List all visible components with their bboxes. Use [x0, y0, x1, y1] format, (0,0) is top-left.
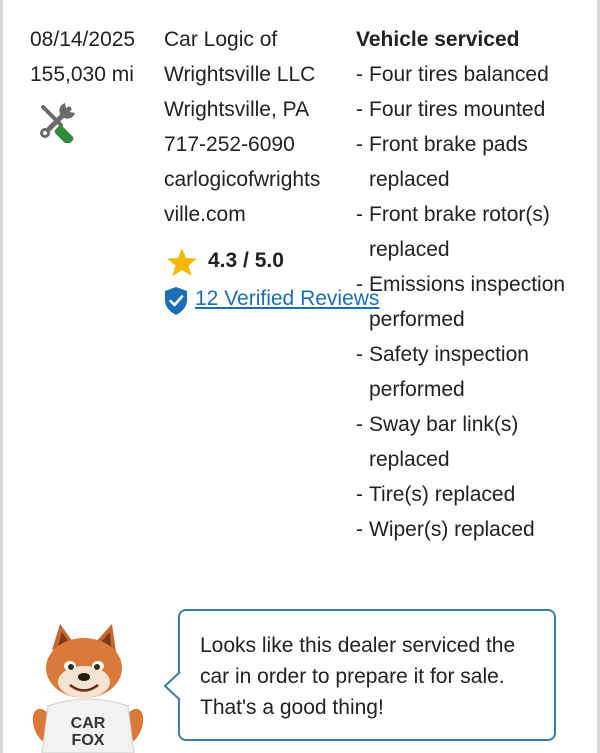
star-icon: [167, 248, 197, 276]
rating-value: 4.3 / 5.0: [208, 249, 284, 272]
service-item: - Sway bar link(s) replaced: [356, 413, 519, 471]
carfox-mascot: CAR FOX: [32, 624, 144, 753]
service-item: - Front brake rotor(s) replaced: [356, 203, 550, 261]
dealer-name-line2: Wrightsville LLC: [164, 63, 316, 86]
service-item: - Safety inspection performed: [356, 343, 529, 401]
dealer-name-line1: Car Logic of: [164, 28, 278, 51]
odometer-reading: 155,030 mi: [30, 63, 134, 86]
mascot-speech-bubble: Looks like this dealer serviced the car …: [178, 609, 556, 741]
speech-bubble-pointer: [163, 671, 181, 701]
record-meta: 08/14/2025 155,030 mi: [30, 22, 160, 143]
shield-check-icon: [165, 287, 187, 315]
services-title: Vehicle serviced: [356, 28, 520, 51]
service-item: - Tire(s) replaced: [356, 483, 516, 506]
service-item: - Emissions inspection performed: [356, 273, 566, 331]
mascot-shirt-text-fox: FOX: [72, 732, 105, 749]
wrench-screwdriver-icon: [40, 103, 75, 143]
dealer-info: Car Logic of Wrightsville LLC Wrightsvil…: [164, 22, 354, 232]
dealer-phone[interactable]: 717-252-6090: [164, 127, 354, 162]
mascot-message: Looks like this dealer serviced the car …: [200, 634, 516, 719]
mascot-shirt-text-car: CAR: [71, 715, 106, 732]
dealer-location: Wrightsville, PA: [164, 98, 310, 121]
left-border: [0, 0, 3, 753]
service-item: - Front brake pads replaced: [356, 133, 528, 191]
dealer-website-line1[interactable]: carlogicofwrights: [164, 162, 354, 197]
service-item: - Wiper(s) replaced: [356, 518, 535, 541]
services-list: Vehicle serviced - Four tires balanced -F…: [356, 22, 596, 547]
service-date: 08/14/2025: [30, 28, 136, 51]
service-item: - Four tires mounted: [356, 98, 546, 121]
service-item: - Four tires balanced: [356, 63, 549, 86]
dealer-website-line2[interactable]: ville.com: [164, 197, 354, 232]
verified-reviews-link[interactable]: 12 Verified Reviews: [195, 284, 379, 314]
